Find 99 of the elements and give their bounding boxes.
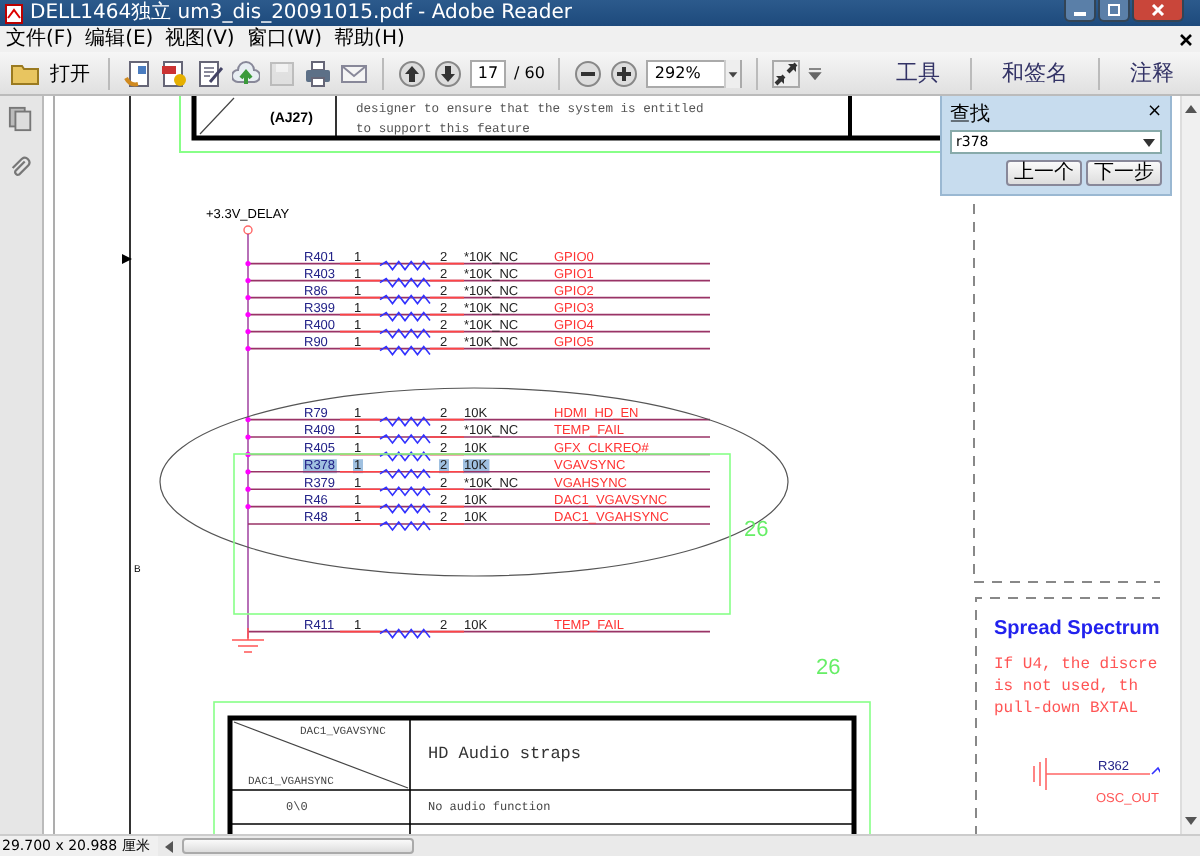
- previous-button[interactable]: 上一个: [1006, 160, 1082, 186]
- pin-wire: [429, 436, 465, 438]
- pin-wire: [339, 488, 381, 490]
- arrow-icon: [122, 254, 132, 264]
- resistor-symbol: [379, 345, 431, 356]
- pin-wire: [429, 330, 465, 333]
- resistor-symbol: [379, 451, 431, 462]
- close-icon[interactable]: [1180, 33, 1192, 45]
- document-convert-icon[interactable]: [124, 59, 152, 87]
- pin-wire: [339, 523, 381, 525]
- minimize-button[interactable]: [1064, 0, 1096, 22]
- pin-wire: [429, 262, 465, 265]
- pin-wire: [339, 436, 381, 438]
- menu-item[interactable]: 文件(F): [6, 26, 74, 52]
- pdf-icon: [4, 3, 24, 23]
- resistor-symbol: [379, 277, 431, 288]
- panel-tab[interactable]: 和签名: [982, 58, 1088, 88]
- note-text: is not used, th: [994, 678, 1139, 696]
- panel-tab[interactable]: 注释: [1110, 58, 1194, 88]
- pin-wire: [339, 630, 381, 633]
- maximize-button[interactable]: [1098, 0, 1130, 22]
- horizontal-scrollbar[interactable]: [157, 836, 1200, 856]
- pin-wire: [429, 471, 465, 473]
- dropdown-arrow-icon[interactable]: [808, 67, 823, 79]
- resistor-symbol: [379, 311, 431, 322]
- resistor-symbol: [379, 628, 431, 639]
- diagonal-line: [199, 97, 235, 135]
- menu-item[interactable]: 视图(V): [165, 26, 235, 52]
- edit-document-icon[interactable]: [196, 59, 224, 87]
- pin-wire: [429, 630, 465, 633]
- close-icon: [1150, 4, 1166, 16]
- find-title: 查找: [950, 101, 990, 127]
- zoom-in-icon[interactable]: [610, 59, 639, 87]
- pin-wire: [429, 279, 465, 282]
- pin-wire: [339, 262, 381, 265]
- note-text: If U4, the discre: [994, 656, 1158, 674]
- table-title: HD Audio straps: [428, 744, 582, 764]
- scroll-down-icon[interactable]: [1184, 816, 1198, 826]
- note-text: pull-down BXTAL: [994, 700, 1139, 718]
- next-page-icon[interactable]: [434, 59, 462, 87]
- attachment-icon[interactable]: [8, 156, 34, 182]
- caret-icon[interactable]: [1142, 138, 1156, 148]
- resistor-symbol: [379, 468, 431, 480]
- pin-wire: [429, 523, 465, 525]
- maximize-icon: [1106, 4, 1122, 16]
- pin-wire: [339, 347, 381, 350]
- menu-item[interactable]: 窗口(W): [246, 26, 323, 52]
- pin-wire: [339, 296, 381, 299]
- pin-wire: [339, 313, 381, 316]
- panel-tab[interactable]: 工具: [876, 58, 960, 88]
- page-number-field[interactable]: 17: [470, 59, 506, 87]
- next-button[interactable]: 下一步: [1086, 160, 1162, 186]
- resistor-symbol: [379, 328, 431, 339]
- previous-page-icon[interactable]: [398, 59, 426, 87]
- pin-wire: [339, 418, 381, 421]
- folder-icon: [10, 61, 42, 85]
- print-icon[interactable]: [304, 59, 332, 87]
- resistor-symbol: [379, 260, 431, 271]
- pin-wire: [429, 296, 465, 299]
- pin-wire: [429, 313, 465, 316]
- email-icon[interactable]: [340, 59, 368, 87]
- resistor-symbol: [379, 520, 431, 532]
- resistor-symbol: [1151, 766, 1160, 780]
- note-title: Spread Spectrum: [994, 618, 1160, 640]
- pin-wire: [429, 347, 465, 350]
- page-mark: 26: [744, 518, 769, 542]
- pin-wire: [429, 488, 465, 490]
- menu-item[interactable]: 编辑(E): [85, 26, 154, 52]
- fit-page-icon[interactable]: [772, 59, 801, 87]
- pin-wire: [429, 418, 465, 421]
- page-mark: 26: [816, 656, 841, 680]
- close-button[interactable]: ×: [1146, 104, 1162, 122]
- pin-wire: [339, 505, 381, 508]
- scroll-left-icon[interactable]: [163, 839, 174, 853]
- vertical-scrollbar[interactable]: [1180, 96, 1200, 834]
- pages-icon[interactable]: [8, 106, 34, 132]
- pin-wire: [339, 471, 381, 473]
- pin-wire: [339, 330, 381, 333]
- open-button[interactable]: 打开: [6, 59, 94, 87]
- close-button[interactable]: [1132, 0, 1184, 22]
- page-total: / 60: [514, 64, 545, 82]
- power-pin: [243, 225, 253, 235]
- caret-icon: [724, 59, 741, 87]
- resistor-symbol: [379, 503, 431, 514]
- resistor-symbol: [379, 294, 431, 305]
- resistor-symbol: [379, 485, 431, 497]
- zoom-out-icon[interactable]: [574, 59, 603, 87]
- pin-wire: [339, 279, 381, 282]
- resistor-symbol: [379, 433, 431, 445]
- window-title: DELL1464独立 um3_dis_20091015.pdf - Adobe Reader: [30, 0, 573, 26]
- zoom-dropdown[interactable]: 292%: [646, 59, 743, 87]
- menu-item[interactable]: 帮助(H): [334, 26, 405, 52]
- pin-wire: [429, 505, 465, 508]
- create-pdf-icon[interactable]: [160, 59, 188, 87]
- ground-icon: [1033, 757, 1151, 791]
- scroll-up-icon[interactable]: [1184, 104, 1198, 114]
- ground-icon: [231, 627, 265, 653]
- scroll-thumb[interactable]: [181, 838, 414, 854]
- resistor-symbol: [379, 416, 431, 427]
